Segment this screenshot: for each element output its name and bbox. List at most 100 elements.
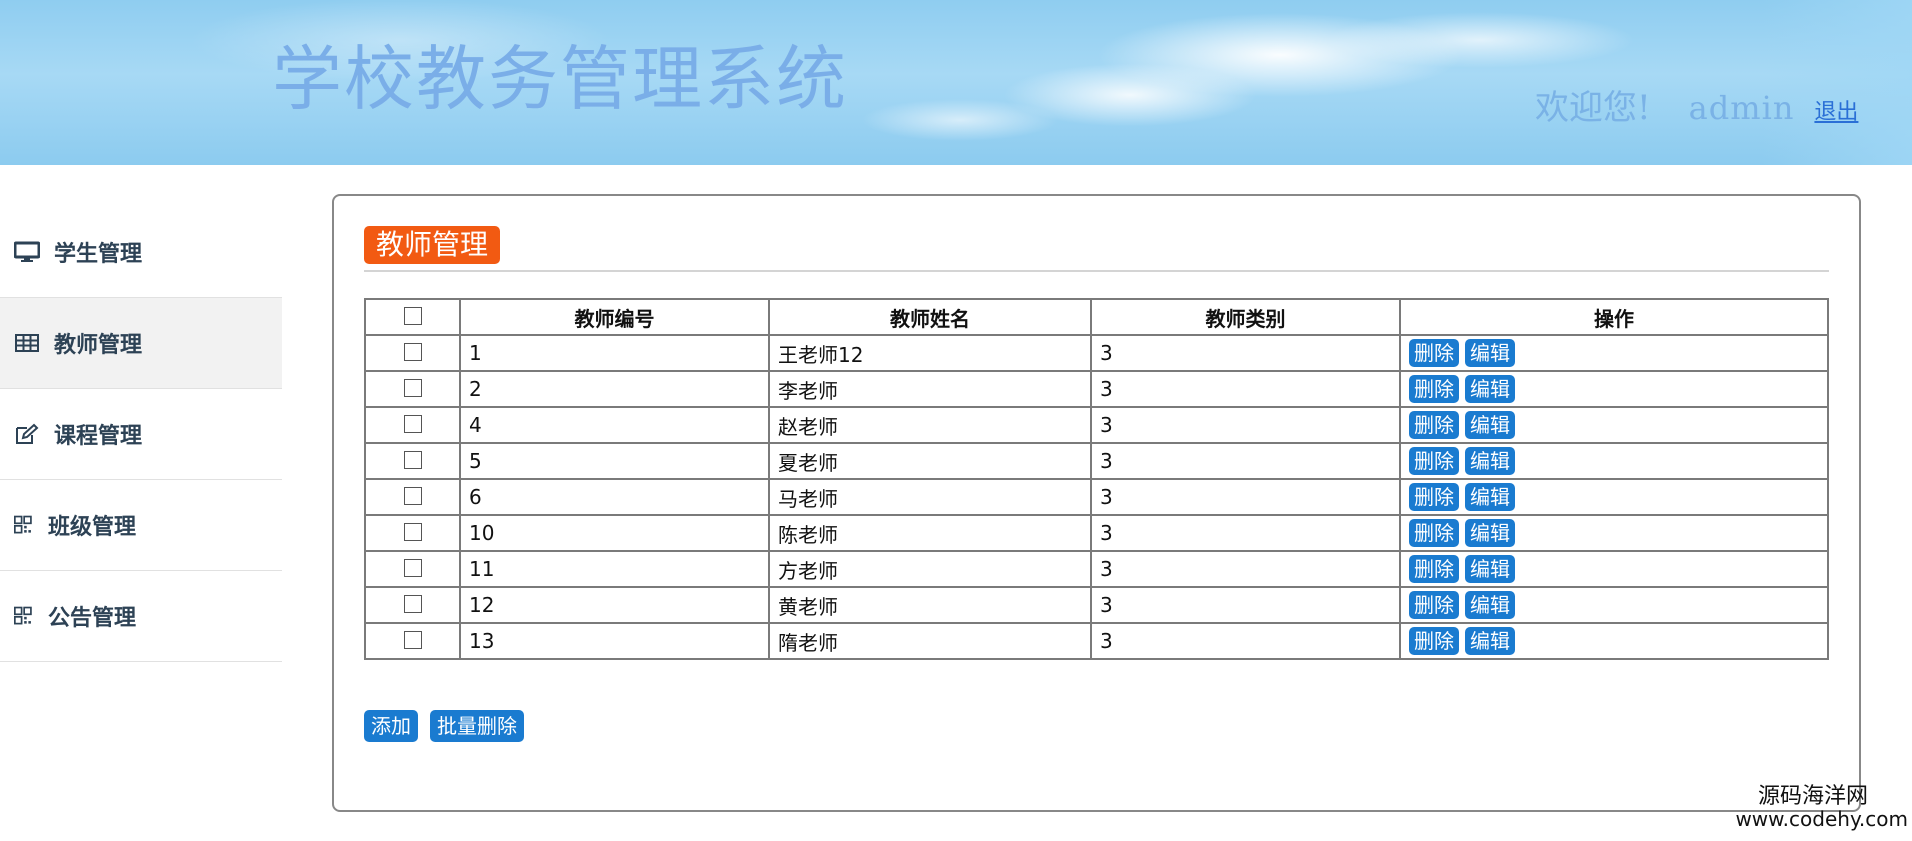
cell-teacher-name: 马老师 [768, 478, 1092, 516]
edit-button[interactable]: 编辑 [1465, 339, 1515, 367]
cell-teacher-id: 10 [459, 514, 770, 552]
select-all-cell [364, 298, 461, 336]
delete-button[interactable]: 删除 [1409, 483, 1459, 511]
table-icon [15, 334, 39, 352]
cell-teacher-id: 12 [459, 586, 770, 624]
qrcode-icon [14, 515, 32, 534]
watermark-line2: www.codehy.com [1735, 807, 1908, 831]
row-select-cell [364, 550, 461, 588]
cell-actions: 删除 编辑 [1399, 586, 1829, 624]
row-checkbox[interactable] [403, 594, 422, 613]
row-checkbox[interactable] [403, 342, 422, 361]
header-banner: 学校教务管理系统 欢迎您! admin 退出 [0, 0, 1912, 165]
delete-button[interactable]: 删除 [1409, 591, 1459, 619]
select-all-checkbox[interactable] [403, 306, 422, 325]
table-header-row: 教师编号 教师姓名 教师类别 操作 [364, 298, 1829, 336]
table-row: 12 黄老师 3 删除 编辑 [364, 586, 1829, 624]
row-select-cell [364, 370, 461, 408]
cell-teacher-type: 3 [1090, 514, 1401, 552]
app-title: 学校教务管理系统 [272, 38, 848, 120]
edit-button[interactable]: 编辑 [1465, 627, 1515, 655]
user-box: 欢迎您! admin 退出 [1535, 80, 1858, 130]
row-select-cell [364, 514, 461, 552]
row-checkbox[interactable] [403, 522, 422, 541]
cell-actions: 删除 编辑 [1399, 550, 1829, 588]
cell-teacher-name: 王老师12 [768, 334, 1092, 372]
cell-teacher-type: 3 [1090, 370, 1401, 408]
bottom-actions: 添加 批量删除 [364, 710, 524, 742]
delete-button[interactable]: 删除 [1409, 375, 1459, 403]
cell-teacher-id: 2 [459, 370, 770, 408]
header-teacher-type: 教师类别 [1090, 298, 1401, 336]
sidebar-item-teachers[interactable]: 教师管理 [0, 298, 282, 389]
row-select-cell [364, 442, 461, 480]
table-row: 4 赵老师 3 删除 编辑 [364, 406, 1829, 444]
row-checkbox[interactable] [403, 630, 422, 649]
sidebar-item-notices[interactable]: 公告管理 [0, 571, 282, 662]
cell-teacher-id: 13 [459, 622, 770, 660]
cell-actions: 删除 编辑 [1399, 622, 1829, 660]
logout-link[interactable]: 退出 [1814, 94, 1858, 126]
qrcode-icon [14, 606, 32, 625]
sidebar-item-classes[interactable]: 班级管理 [0, 480, 282, 571]
cell-actions: 删除 编辑 [1399, 370, 1829, 408]
header-teacher-id: 教师编号 [459, 298, 770, 336]
page-title: 教师管理 [364, 226, 501, 264]
edit-button[interactable]: 编辑 [1465, 411, 1515, 439]
table-row: 11 方老师 3 删除 编辑 [364, 550, 1829, 588]
header-actions: 操作 [1399, 298, 1829, 336]
sidebar-item-courses[interactable]: 课程管理 [0, 389, 282, 480]
panel-header: 教师管理 [364, 226, 1829, 272]
table-row: 2 李老师 3 删除 编辑 [364, 370, 1829, 408]
edit-button[interactable]: 编辑 [1465, 483, 1515, 511]
cell-teacher-type: 3 [1090, 334, 1401, 372]
delete-button[interactable]: 删除 [1409, 555, 1459, 583]
table-row: 5 夏老师 3 删除 编辑 [364, 442, 1829, 480]
sidebar-item-students[interactable]: 学生管理 [0, 165, 282, 298]
row-checkbox[interactable] [403, 450, 422, 469]
cell-teacher-name: 黄老师 [768, 586, 1092, 624]
welcome-text: 欢迎您! [1535, 88, 1651, 128]
row-checkbox[interactable] [403, 378, 422, 397]
cell-teacher-type: 3 [1090, 622, 1401, 660]
batch-delete-button[interactable]: 批量删除 [430, 710, 524, 742]
table-row: 10 陈老师 3 删除 编辑 [364, 514, 1829, 552]
edit-button[interactable]: 编辑 [1465, 447, 1515, 475]
delete-button[interactable]: 删除 [1409, 627, 1459, 655]
cell-actions: 删除 编辑 [1399, 514, 1829, 552]
table-row: 6 马老师 3 删除 编辑 [364, 478, 1829, 516]
row-select-cell [364, 622, 461, 660]
table-body: 1 王老师12 3 删除 编辑 2 李老师 3 删除 编辑 4 赵老师 3 删除 编辑 5 夏老师 3 删除 编辑 6 马… [364, 334, 1829, 660]
cell-teacher-type: 3 [1090, 586, 1401, 624]
delete-button[interactable]: 删除 [1409, 447, 1459, 475]
delete-button[interactable]: 删除 [1409, 339, 1459, 367]
edit-button[interactable]: 编辑 [1465, 519, 1515, 547]
row-checkbox[interactable] [403, 558, 422, 577]
sidebar-item-label: 公告管理 [48, 606, 137, 631]
cell-teacher-id: 11 [459, 550, 770, 588]
main-panel: 教师管理 教师编号 教师姓名 教师类别 操作 1 王老师12 3 删除 编辑 2 李老师 3 删… [332, 194, 1861, 812]
sidebar-item-label: 学生管理 [54, 242, 143, 267]
cell-teacher-name: 李老师 [768, 370, 1092, 408]
delete-button[interactable]: 删除 [1409, 519, 1459, 547]
row-select-cell [364, 334, 461, 372]
edit-button[interactable]: 编辑 [1465, 375, 1515, 403]
add-button[interactable]: 添加 [364, 710, 418, 742]
edit-button[interactable]: 编辑 [1465, 591, 1515, 619]
cell-teacher-id: 4 [459, 406, 770, 444]
watermark-line1: 源码海洋网 [1757, 784, 1868, 809]
cell-teacher-type: 3 [1090, 478, 1401, 516]
table-row: 13 隋老师 3 删除 编辑 [364, 622, 1829, 660]
cell-actions: 删除 编辑 [1399, 478, 1829, 516]
row-select-cell [364, 586, 461, 624]
edit-button[interactable]: 编辑 [1465, 555, 1515, 583]
cell-teacher-id: 1 [459, 334, 770, 372]
cell-actions: 删除 编辑 [1399, 334, 1829, 372]
cell-actions: 删除 编辑 [1399, 406, 1829, 444]
row-checkbox[interactable] [403, 414, 422, 433]
row-checkbox[interactable] [403, 486, 422, 505]
delete-button[interactable]: 删除 [1409, 411, 1459, 439]
row-select-cell [364, 406, 461, 444]
username: admin [1688, 89, 1795, 127]
sidebar-item-label: 课程管理 [54, 424, 143, 449]
